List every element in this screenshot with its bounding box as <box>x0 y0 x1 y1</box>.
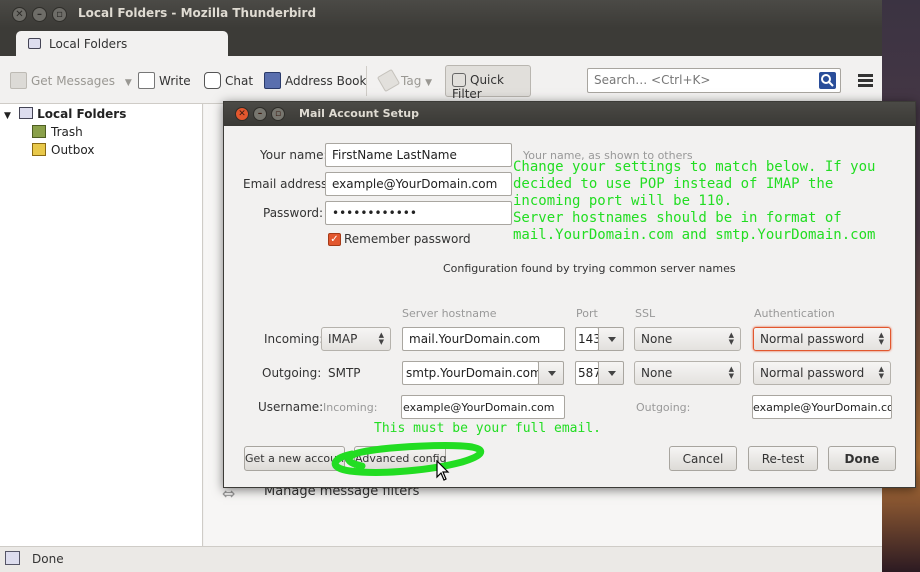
hamburger-menu-icon[interactable] <box>858 74 873 87</box>
incoming-protocol-select[interactable]: IMAP ▲ ▼ <box>321 327 391 351</box>
outgoing-hostname-dropdown[interactable] <box>538 361 564 385</box>
search-input[interactable]: Search… <Ctrl+K> <box>587 68 841 93</box>
password-label: Password: <box>263 206 324 220</box>
your-name-field[interactable]: FirstName LastName <box>325 143 512 167</box>
chat-bubble-icon <box>204 72 221 89</box>
username-incoming-label: Incoming: <box>323 401 378 414</box>
username-label: Username: <box>258 400 324 414</box>
title-bar: ✕ – ▫ Local Folders - Mozilla Thunderbir… <box>0 0 882 28</box>
chevron-down-icon[interactable]: ▼ <box>4 111 11 121</box>
spinner-icon: ▲ ▼ <box>728 331 734 346</box>
tab-strip: Local Folders <box>0 28 882 57</box>
status-text: Done <box>32 552 64 566</box>
tag-button[interactable]: Tag ▼ <box>376 68 433 93</box>
full-email-annotation: This must be your full email. <box>374 421 601 436</box>
spinner-icon: ▲ ▼ <box>728 365 734 380</box>
password-field[interactable]: •••••••••••• <box>325 201 512 225</box>
status-bar: Done <box>0 546 882 572</box>
done-button[interactable]: Done <box>828 446 896 471</box>
remember-password-label: Remember password <box>344 232 471 246</box>
pencil-icon <box>138 72 155 89</box>
outgoing-auth-select[interactable]: Normal password ▲ ▼ <box>753 361 891 385</box>
incoming-hostname-field[interactable]: mail.YourDomain.com <box>402 327 565 351</box>
folder-trash[interactable]: Trash <box>32 125 83 139</box>
chevron-down-icon[interactable]: ▼ <box>125 78 132 88</box>
trash-icon <box>32 125 46 138</box>
username-outgoing-label: Outgoing: <box>636 401 691 414</box>
outgoing-port-field[interactable]: 587 <box>575 361 599 385</box>
folder-local-folders[interactable]: ▼ Local Folders <box>4 107 126 121</box>
filter-icon <box>452 73 466 87</box>
tab-label: Local Folders <box>49 37 128 51</box>
incoming-auth-select[interactable]: Normal password ▲ ▼ <box>753 327 891 351</box>
search-icon[interactable] <box>819 72 836 89</box>
ssl-header: SSL <box>635 307 656 320</box>
your-name-label: Your name: <box>260 148 328 162</box>
toolbar-separator <box>366 66 367 96</box>
retest-button[interactable]: Re-test <box>748 446 818 471</box>
outgoing-protocol: SMTP <box>328 366 361 380</box>
get-messages-button[interactable]: Get Messages ▼ <box>10 72 132 89</box>
mouse-cursor-icon <box>436 460 450 481</box>
highlight-scribble <box>331 442 485 476</box>
username-outgoing-field[interactable]: example@YourDomain.com <box>752 395 892 419</box>
dialog-title: Mail Account Setup <box>299 107 419 120</box>
dialog-title-bar: Mail Account Setup ✕ – ▫ <box>224 102 915 126</box>
folder-outbox[interactable]: Outbox <box>32 143 94 157</box>
spinner-icon: ▲ ▼ <box>378 331 384 346</box>
email-field[interactable]: example@YourDomain.com <box>325 172 512 196</box>
outgoing-hostname-field[interactable]: smtp.YourDomain.com <box>402 361 539 385</box>
port-header: Port <box>576 307 598 320</box>
close-icon[interactable]: ✕ <box>235 107 249 121</box>
window-title: Local Folders - Mozilla Thunderbird <box>78 6 317 20</box>
chevron-down-icon: ▼ <box>425 78 433 88</box>
incoming-ssl-select[interactable]: None ▲ ▼ <box>634 327 741 351</box>
computer-icon <box>28 38 41 49</box>
minimize-icon[interactable]: – <box>253 107 267 121</box>
outbox-icon <box>32 143 46 156</box>
minimize-icon[interactable]: – <box>32 7 47 22</box>
cancel-button[interactable]: Cancel <box>669 446 737 471</box>
remember-password-checkbox[interactable]: ✓ <box>328 233 341 246</box>
username-incoming-field[interactable]: example@YourDomain.com <box>401 395 565 419</box>
download-icon <box>10 72 27 89</box>
server-hostname-header: Server hostname <box>402 307 497 320</box>
outgoing-port-dropdown[interactable] <box>598 361 624 385</box>
quick-filter-button[interactable]: Quick Filter <box>445 65 531 101</box>
outgoing-label: Outgoing: <box>262 366 322 380</box>
instructions-annotation: Change your settings to match below. If … <box>513 159 876 243</box>
chat-button[interactable]: Chat <box>204 72 253 89</box>
incoming-port-dropdown[interactable] <box>598 327 624 351</box>
spinner-icon: ▲ ▼ <box>878 331 884 346</box>
close-icon[interactable]: ✕ <box>12 7 27 22</box>
write-button[interactable]: Write <box>138 72 191 89</box>
incoming-label: Incoming: <box>264 332 324 346</box>
outgoing-ssl-select[interactable]: None ▲ ▼ <box>634 361 741 385</box>
email-label: Email address: <box>243 177 332 191</box>
folder-pane: ▼ Local Folders Trash Outbox <box>0 104 203 546</box>
tab-local-folders[interactable]: Local Folders <box>16 31 228 57</box>
maximize-icon[interactable]: ▫ <box>271 107 285 121</box>
incoming-port-field[interactable]: 143 <box>575 327 599 351</box>
spinner-icon: ▲ ▼ <box>878 365 884 380</box>
online-status-icon[interactable] <box>5 551 20 565</box>
tag-icon <box>376 68 401 93</box>
main-toolbar: Get Messages ▼ Write Chat Address Book T… <box>0 56 882 104</box>
authentication-header: Authentication <box>754 307 835 320</box>
maximize-icon[interactable]: ▫ <box>52 7 67 22</box>
address-book-icon <box>264 72 281 89</box>
config-found-message: Configuration found by trying common ser… <box>443 262 736 275</box>
address-book-button[interactable]: Address Book <box>264 72 366 89</box>
computer-icon <box>19 107 34 119</box>
